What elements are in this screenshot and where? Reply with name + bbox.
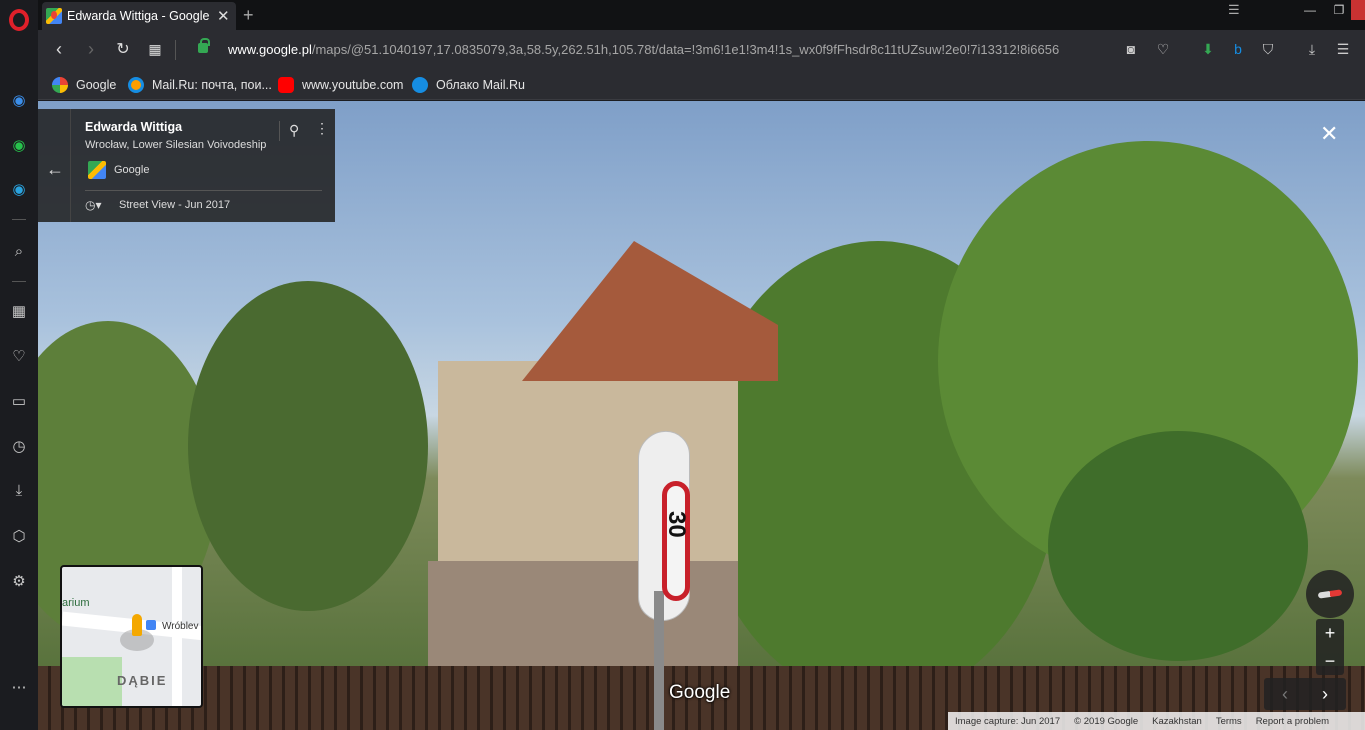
- close-tab-icon[interactable]: ✕: [217, 7, 230, 25]
- opera-sidebar: ◉ ◉ ◉ ⌕ ▦ ♡ ▭ ◷ ⤓ ⬡ ⚙ ⋯: [0, 0, 38, 730]
- tab-title: Edwarda Wittiga - Google M: [67, 9, 209, 23]
- more-icon[interactable]: ⋯: [8, 676, 30, 698]
- bookmarks-bar: Google Mail.Ru: почта, пои... www.youtub…: [38, 70, 1365, 100]
- copyright: © 2019 Google: [1074, 715, 1139, 727]
- shield-icon[interactable]: ⛉: [1258, 39, 1278, 59]
- zoom-out-button[interactable]: −: [1316, 647, 1344, 675]
- minimap[interactable]: arium Wróblev DĄBIE: [60, 565, 203, 708]
- easy-setup-icon[interactable]: ☰: [1333, 39, 1353, 59]
- pegman-icon[interactable]: [132, 614, 142, 636]
- tabs-icon[interactable]: ▭: [8, 390, 30, 412]
- url-path: /maps/@51.1040197,17.0835079,3a,58.5y,26…: [311, 42, 1060, 57]
- address-bar-row: ‹ › ↻ ▦ www.google.pl/maps/@51.1040197,1…: [38, 30, 1365, 70]
- downloads-icon[interactable]: ⤓: [8, 479, 30, 501]
- messenger-icon[interactable]: ◉: [8, 89, 30, 111]
- bookmark-heart-icon[interactable]: ♡: [1153, 39, 1173, 59]
- tree: [1048, 431, 1308, 661]
- place-subtitle: Wrocław, Lower Silesian Voivodeship: [85, 139, 267, 151]
- extensions-cube-icon[interactable]: ⬡: [8, 525, 30, 547]
- google-watermark: Google: [669, 682, 731, 703]
- next-button[interactable]: ›: [1310, 683, 1340, 705]
- bookmark-label: www.youtube.com: [302, 78, 404, 92]
- youtube-icon: [278, 77, 294, 93]
- speed-dial-grid-icon[interactable]: ▦: [144, 38, 166, 60]
- terms-link[interactable]: Terms: [1209, 716, 1249, 727]
- attribution-footer: Image capture: Jun 2017 © 2019 Google Ka…: [948, 712, 1365, 730]
- street-view-date: Street View - Jun 2017: [119, 199, 231, 211]
- bus-stop-icon: [146, 620, 156, 630]
- district-label: DĄBIE: [117, 673, 168, 688]
- whatsapp-icon[interactable]: ◉: [8, 134, 30, 156]
- time-travel-icon[interactable]: ◷▾: [85, 198, 102, 212]
- bookmark-label: Google: [76, 78, 117, 92]
- downloads-bar-icon[interactable]: ⤓: [1302, 39, 1322, 59]
- history-icon[interactable]: ◷: [8, 435, 30, 457]
- bookmark-youtube[interactable]: www.youtube.com: [278, 76, 403, 94]
- region-link[interactable]: Kazakhstan: [1145, 716, 1209, 727]
- more-options-icon[interactable]: ⋮: [315, 120, 329, 137]
- tab-menu-icon[interactable]: ☰: [1228, 2, 1240, 18]
- search-icon[interactable]: ⌕: [8, 240, 30, 262]
- telegram-icon[interactable]: ◉: [8, 178, 30, 200]
- window-close-button[interactable]: ✕: [1351, 0, 1365, 20]
- bookmark-label: Облако Mail.Ru: [436, 78, 525, 92]
- google-icon: [52, 77, 68, 93]
- download-extension-icon[interactable]: ⬇: [1198, 39, 1218, 59]
- lock-icon[interactable]: [198, 38, 210, 53]
- speed-limit-sign: [662, 481, 690, 601]
- street-view-panorama[interactable]: 30 ← Edwarda Wittiga Wrocław, Lower Sile…: [38, 101, 1365, 730]
- url-separator: [175, 40, 176, 60]
- reload-icon[interactable]: ↻: [112, 38, 134, 60]
- mailru-icon: [128, 77, 144, 93]
- place-info-card: ← Edwarda Wittiga Wrocław, Lower Silesia…: [38, 109, 335, 222]
- minimize-button[interactable]: —: [1298, 0, 1322, 20]
- speed-dial-icon[interactable]: ▦: [8, 300, 30, 322]
- sidebar-divider: [12, 281, 26, 282]
- divider: [85, 190, 322, 191]
- sidebar-divider: [12, 219, 26, 220]
- map-label: arium: [62, 597, 90, 609]
- new-tab-icon[interactable]: +: [243, 5, 254, 26]
- sign-pole: [654, 591, 664, 730]
- divider: [279, 121, 280, 141]
- back-arrow-icon[interactable]: ←: [46, 159, 64, 180]
- tree: [188, 281, 428, 611]
- url-field[interactable]: www.google.pl/maps/@51.1040197,17.083507…: [228, 42, 1059, 57]
- close-street-view-icon[interactable]: ✕: [1320, 121, 1338, 147]
- house-roof: [522, 241, 778, 381]
- bing-icon[interactable]: b: [1228, 39, 1248, 59]
- maximize-button[interactable]: ❐: [1328, 0, 1350, 20]
- report-problem-link[interactable]: Report a problem: [1249, 716, 1336, 727]
- google-maps-icon: [46, 8, 62, 24]
- zoom-in-button[interactable]: +: [1316, 619, 1344, 647]
- tab-bar: Edwarda Wittiga - Google M ✕ + ☰ — ❐ ✕: [38, 0, 1365, 30]
- place-title: Edwarda Wittiga: [85, 120, 183, 134]
- source-label: Google: [114, 164, 150, 176]
- heart-icon[interactable]: ♡: [8, 345, 30, 367]
- cloud-icon: [412, 77, 428, 93]
- speed-limit-value: 30: [663, 511, 690, 538]
- street-label: Wróblev: [162, 621, 199, 632]
- bookmark-google[interactable]: Google: [52, 76, 116, 94]
- photo-pager: ‹ ›: [1264, 678, 1346, 710]
- park-area: [62, 657, 122, 706]
- camera-icon[interactable]: ◙: [1121, 39, 1141, 59]
- settings-gear-icon[interactable]: ⚙: [8, 570, 30, 592]
- image-capture-date: Image capture: Jun 2017: [955, 715, 1061, 727]
- opera-logo-icon[interactable]: [9, 9, 29, 31]
- bookmark-mailru[interactable]: Mail.Ru: почта, пои...: [128, 76, 272, 94]
- bookmark-label: Mail.Ru: почта, пои...: [152, 78, 272, 92]
- forward-icon[interactable]: ›: [80, 38, 102, 60]
- back-icon[interactable]: ‹: [48, 38, 70, 60]
- zoom-controls: + −: [1316, 619, 1344, 675]
- map-pin-icon[interactable]: ⚲: [289, 122, 299, 139]
- bookmark-cloud-mailru[interactable]: Облако Mail.Ru: [412, 76, 525, 94]
- compass-icon[interactable]: [1306, 570, 1354, 618]
- url-domain: www.google.pl: [228, 42, 312, 57]
- tab-active[interactable]: Edwarda Wittiga - Google M ✕: [42, 2, 236, 30]
- road: [172, 567, 182, 706]
- previous-button[interactable]: ‹: [1270, 683, 1300, 705]
- house-base: [428, 561, 738, 671]
- google-maps-icon: [88, 161, 106, 179]
